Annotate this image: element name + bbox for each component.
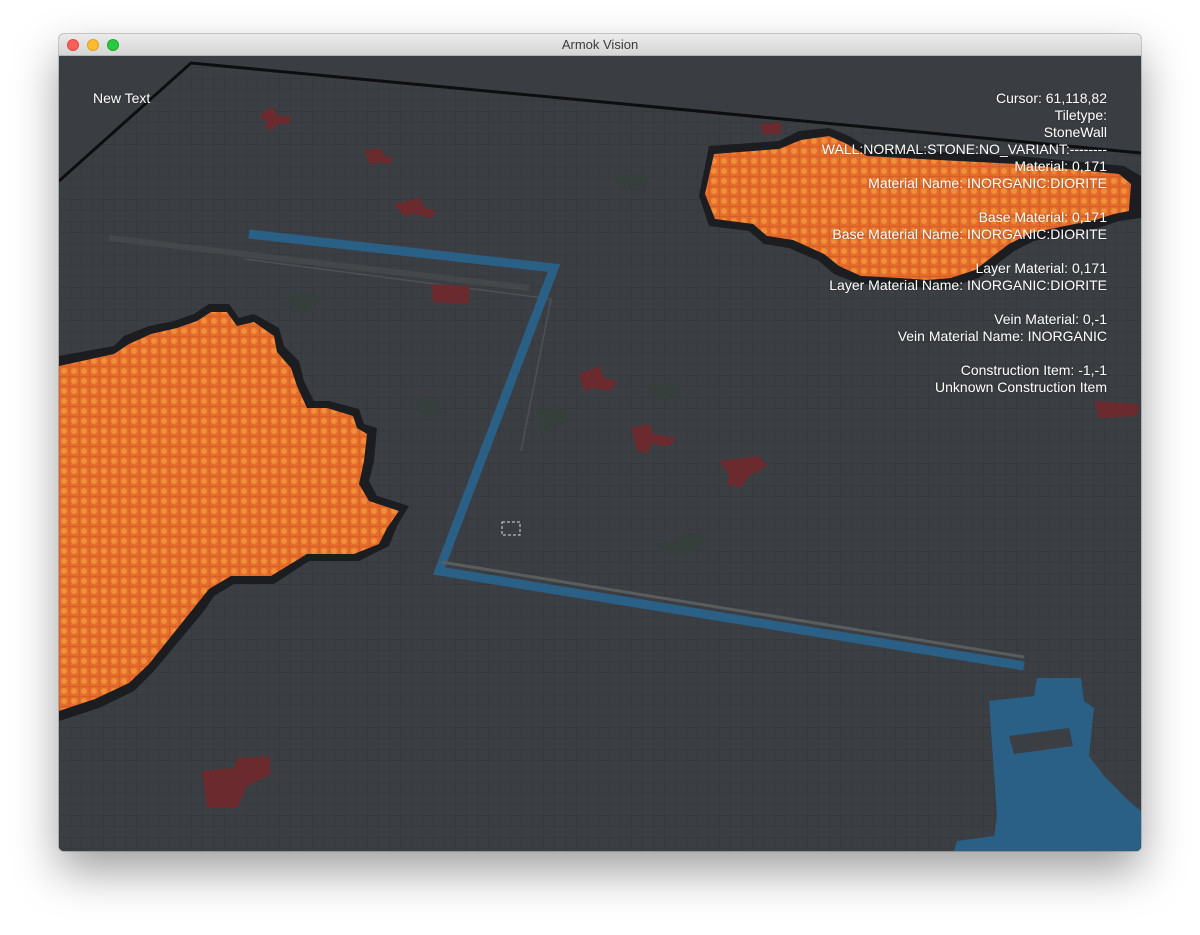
title-bar[interactable]: Armok Vision bbox=[59, 34, 1141, 56]
info-tiletype: StoneWall bbox=[1043, 124, 1107, 140]
info-spacer bbox=[822, 294, 1107, 311]
info-tiletype-token: WALL:NORMAL:STONE:NO_VARIANT:-------- bbox=[821, 141, 1107, 157]
info-spacer bbox=[822, 345, 1107, 362]
info-base-material: Base Material: 0,171 bbox=[978, 209, 1107, 225]
hud-new-text: New Text bbox=[93, 90, 151, 106]
info-material: Material: 0,171 bbox=[1014, 158, 1107, 174]
info-vein-material-name: Vein Material Name: INORGANIC bbox=[897, 328, 1107, 344]
info-layer-material: Layer Material: 0,171 bbox=[975, 260, 1107, 276]
info-construction-name: Unknown Construction Item bbox=[935, 379, 1107, 395]
info-construction-item: Construction Item: -1,-1 bbox=[960, 362, 1107, 378]
info-material-name: Material Name: INORGANIC:DIORITE bbox=[868, 175, 1107, 191]
info-layer-material-name: Layer Material Name: INORGANIC:DIORITE bbox=[829, 277, 1107, 293]
info-spacer bbox=[822, 243, 1107, 260]
info-base-material-name: Base Material Name: INORGANIC:DIORITE bbox=[832, 226, 1107, 242]
info-spacer bbox=[822, 192, 1107, 209]
info-cursor: Cursor: 61,118,82 bbox=[995, 90, 1107, 106]
info-vein-material: Vein Material: 0,-1 bbox=[994, 311, 1107, 327]
window-title: Armok Vision bbox=[561, 37, 639, 52]
tile-info-panel: Cursor: 61,118,82 Tiletype: StoneWall WA… bbox=[822, 90, 1107, 396]
info-tiletype-label: Tiletype: bbox=[1054, 107, 1107, 123]
app-window: Armok Vision New Text Cursor: 61,118,82 … bbox=[59, 34, 1141, 851]
game-viewport[interactable]: New Text Cursor: 61,118,82 Tiletype: Sto… bbox=[59, 56, 1141, 851]
